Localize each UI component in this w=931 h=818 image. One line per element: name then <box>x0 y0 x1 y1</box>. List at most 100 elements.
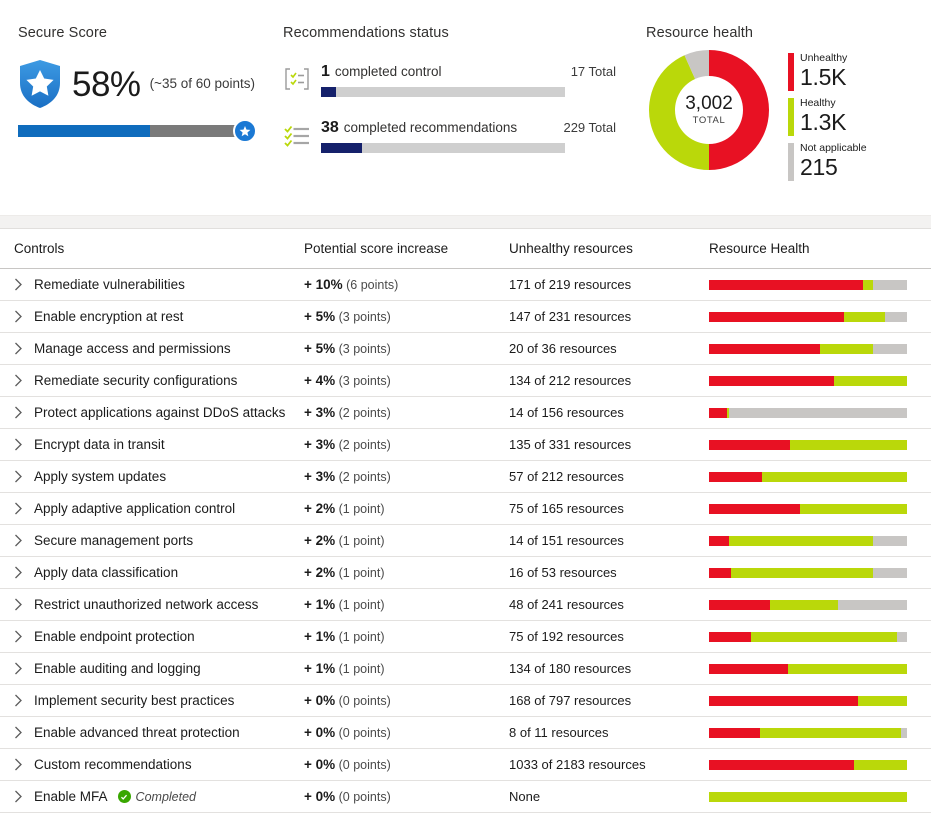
table-row[interactable]: Apply adaptive application control + 2% (… <box>0 493 931 525</box>
secure-score-points: (~35 of 60 points) <box>149 75 256 91</box>
chevron-right-icon[interactable] <box>14 470 34 483</box>
secure-score-title: Secure Score <box>18 25 108 41</box>
control-name-cell[interactable]: Remediate vulnerabilities <box>34 277 304 292</box>
chevron-right-icon[interactable] <box>14 790 34 803</box>
score-points: (0 points) <box>335 758 391 772</box>
control-name-cell[interactable]: Custom recommendations <box>34 757 304 772</box>
legend-item-not-applicable: Not applicable 215 <box>788 142 867 181</box>
potential-score-increase-cell: + 2% (1 point) <box>304 565 509 580</box>
bar-segment-healthy <box>819 343 874 354</box>
control-name-cell[interactable]: Secure management ports <box>34 533 304 548</box>
table-row[interactable]: Custom recommendations + 0% (0 points) 103… <box>0 749 931 781</box>
table-row[interactable]: Enable endpoint protection + 1% (1 point)… <box>0 621 931 653</box>
table-row[interactable]: Encrypt data in transit + 3% (2 points) 13… <box>0 429 931 461</box>
control-name: Manage access and permissions <box>34 341 231 356</box>
table-row[interactable]: Enable advanced threat protection + 0% (0… <box>0 717 931 749</box>
unhealthy-resources-cell: 16 of 53 resources <box>509 565 617 580</box>
bar-segment-unhealthy <box>709 439 791 450</box>
score-points: (2 points) <box>335 438 391 452</box>
table-row[interactable]: Enable MFA Completed + 0% (0 points) None <box>0 781 931 813</box>
table-row[interactable]: Enable auditing and logging + 1% (1 point… <box>0 653 931 685</box>
control-name-cell[interactable]: Enable auditing and logging <box>34 661 304 676</box>
score-percent: + 1% <box>304 629 336 644</box>
table-row[interactable]: Implement security best practices + 0% (0… <box>0 685 931 717</box>
recommendations-progress-fill <box>321 143 363 153</box>
chevron-right-icon[interactable] <box>14 566 34 579</box>
score-percent: + 3% <box>304 405 336 420</box>
resource-health-bar <box>709 791 907 802</box>
resource-health-bar-cell <box>709 791 931 802</box>
control-name-cell[interactable]: Enable advanced threat protection <box>34 725 304 740</box>
control-name-cell[interactable]: Enable endpoint protection <box>34 629 304 644</box>
table-row[interactable]: Secure management ports + 2% (1 point) 14 … <box>0 525 931 557</box>
control-name-cell[interactable]: Restrict unauthorized network access <box>34 597 304 612</box>
table-row[interactable]: Enable encryption at rest + 5% (3 points)… <box>0 301 931 333</box>
bar-segment-unhealthy <box>709 599 771 610</box>
potential-score-increase-cell: + 1% (1 point) <box>304 597 509 612</box>
potential-score-increase-cell: + 0% (0 points) <box>304 789 509 804</box>
chevron-right-icon[interactable] <box>14 438 34 451</box>
control-name-cell[interactable]: Apply system updates <box>34 469 304 484</box>
table-row[interactable]: Remediate vulnerabilities + 10% (6 points… <box>0 269 931 301</box>
recommendations-recs-body: 38 completed recommendations 229 Total <box>321 119 638 153</box>
control-name-cell[interactable]: Enable encryption at rest <box>34 309 304 324</box>
potential-score-increase-cell: + 2% (1 point) <box>304 501 509 516</box>
table-row[interactable]: Apply data classification + 2% (1 point) 1… <box>0 557 931 589</box>
table-row[interactable]: Protect applications against DDoS attack… <box>0 397 931 429</box>
secure-score-percent: 58% <box>72 64 141 104</box>
table-row[interactable]: Remediate security configurations + 4% (3… <box>0 365 931 397</box>
controls-progress-bar <box>321 87 565 97</box>
chevron-right-icon[interactable] <box>14 694 34 707</box>
control-name-cell[interactable]: Encrypt data in transit <box>34 437 304 452</box>
chevron-right-icon[interactable] <box>14 598 34 611</box>
chevron-right-icon[interactable] <box>14 310 34 323</box>
bar-segment-healthy <box>762 471 907 482</box>
control-name-cell[interactable]: Remediate security configurations <box>34 373 304 388</box>
chevron-right-icon[interactable] <box>14 534 34 547</box>
chevron-right-icon[interactable] <box>14 342 34 355</box>
resource-health-bar-cell <box>709 279 931 290</box>
score-points: (2 points) <box>335 406 391 420</box>
chevron-right-icon[interactable] <box>14 502 34 515</box>
bar-segment-not-applicable <box>873 279 907 290</box>
chevron-right-icon[interactable] <box>14 758 34 771</box>
control-name-cell[interactable]: Implement security best practices <box>34 693 304 708</box>
resource-health-bar-cell <box>709 535 931 546</box>
legend-item-healthy: Healthy 1.3K <box>788 97 867 136</box>
section-divider <box>0 215 931 229</box>
chevron-right-icon[interactable] <box>14 374 34 387</box>
unhealthy-resources-cell: 171 of 219 resources <box>509 277 632 292</box>
unhealthy-resources-cell: 147 of 231 resources <box>509 309 632 324</box>
resource-health-bar-cell <box>709 727 931 738</box>
bar-segment-unhealthy <box>709 727 761 738</box>
resource-health-bar-cell <box>709 663 931 674</box>
bar-segment-not-applicable <box>837 599 907 610</box>
score-percent: + 2% <box>304 533 336 548</box>
chevron-right-icon[interactable] <box>14 406 34 419</box>
chevron-right-icon[interactable] <box>14 278 34 291</box>
table-row[interactable]: Restrict unauthorized network access + 1%… <box>0 589 931 621</box>
score-points: (3 points) <box>335 310 391 324</box>
unhealthy-resources-cell: 134 of 212 resources <box>509 373 632 388</box>
chevron-right-icon[interactable] <box>14 662 34 675</box>
bar-segment-healthy <box>788 663 907 674</box>
resource-health-bar <box>709 695 907 706</box>
bar-segment-not-applicable <box>873 343 907 354</box>
control-name-cell[interactable]: Apply adaptive application control <box>34 501 304 516</box>
legend-swatch-not-applicable <box>788 143 794 181</box>
score-percent: + 5% <box>304 341 336 356</box>
potential-score-increase-cell: + 0% (0 points) <box>304 693 509 708</box>
control-name-cell[interactable]: Manage access and permissions <box>34 341 304 356</box>
bar-segment-unhealthy <box>709 311 844 322</box>
score-percent: + 5% <box>304 309 336 324</box>
control-name-cell[interactable]: Apply data classification <box>34 565 304 580</box>
chevron-right-icon[interactable] <box>14 630 34 643</box>
secure-score-panel: Secure Score 58% (~35 of 60 points) <box>0 0 278 215</box>
chevron-right-icon[interactable] <box>14 726 34 739</box>
table-row[interactable]: Apply system updates + 3% (2 points) 57 of… <box>0 461 931 493</box>
table-row[interactable]: Manage access and permissions + 5% (3 poi… <box>0 333 931 365</box>
control-name-cell[interactable]: Enable MFA Completed <box>34 789 304 804</box>
bar-segment-unhealthy <box>709 695 858 706</box>
control-name: Secure management ports <box>34 533 194 548</box>
control-name-cell[interactable]: Protect applications against DDoS attack… <box>34 405 304 420</box>
